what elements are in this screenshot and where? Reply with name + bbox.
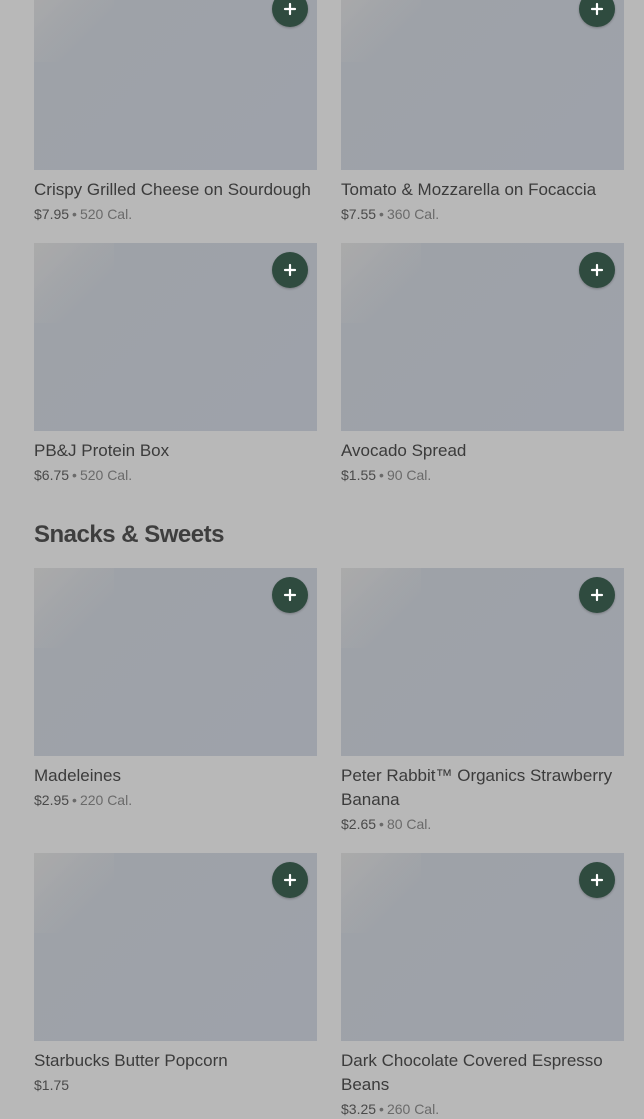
item-price-calories: $1.75 — [34, 1075, 317, 1095]
item-calories: 520 Cal. — [79, 467, 133, 483]
add-to-order-button[interactable] — [579, 862, 615, 898]
menu-item-card[interactable]: Madeleines $2.95 • 220 Cal. — [34, 568, 317, 810]
separator-dot: • — [72, 467, 77, 483]
item-price: $6.75 — [34, 467, 70, 483]
plus-icon — [590, 873, 604, 887]
plus-icon — [590, 2, 604, 16]
separator-dot: • — [379, 206, 384, 222]
item-price: $3.25 — [341, 1101, 377, 1117]
separator-dot: • — [379, 1101, 384, 1117]
product-image-placeholder[interactable] — [341, 243, 624, 431]
item-price: $1.75 — [34, 1077, 70, 1093]
item-price-calories: $7.55 • 360 Cal. — [341, 204, 624, 224]
add-to-order-button[interactable] — [272, 862, 308, 898]
item-price: $7.55 — [341, 206, 377, 222]
separator-dot: • — [379, 816, 384, 832]
plus-icon — [590, 588, 604, 602]
item-price-calories: $2.65 • 80 Cal. — [341, 814, 624, 834]
plus-icon — [283, 263, 297, 277]
product-image-placeholder[interactable] — [341, 853, 624, 1041]
separator-dot: • — [72, 792, 77, 808]
item-name[interactable]: Tomato & Mozzarella on Focaccia — [341, 178, 624, 202]
add-to-order-button[interactable] — [272, 252, 308, 288]
add-to-order-button[interactable] — [272, 0, 308, 27]
product-image-placeholder[interactable] — [341, 0, 624, 170]
product-image-placeholder[interactable] — [34, 568, 317, 756]
menu-item-card[interactable]: Avocado Spread $1.55 • 90 Cal. — [341, 243, 624, 485]
menu-item-card[interactable]: Tomato & Mozzarella on Focaccia $7.55 • 36… — [341, 0, 624, 224]
item-price: $1.55 — [341, 467, 377, 483]
separator-dot: • — [72, 206, 77, 222]
plus-icon — [283, 873, 297, 887]
add-to-order-button[interactable] — [579, 0, 615, 27]
item-price-calories: $6.75 • 520 Cal. — [34, 465, 317, 485]
plus-icon — [590, 263, 604, 277]
plus-icon — [283, 588, 297, 602]
item-calories: 90 Cal. — [386, 467, 432, 483]
menu-item-card[interactable]: Dark Chocolate Covered Espresso Beans $3… — [341, 853, 624, 1119]
item-price-calories: $2.95 • 220 Cal. — [34, 790, 317, 810]
item-price-calories: $3.25 • 260 Cal. — [341, 1099, 624, 1119]
item-price-calories: $1.55 • 90 Cal. — [341, 465, 624, 485]
menu-item-card[interactable]: Starbucks Butter Popcorn $1.75 — [34, 853, 317, 1095]
product-image-placeholder[interactable] — [34, 0, 317, 170]
plus-icon — [283, 2, 297, 16]
item-calories: 520 Cal. — [79, 206, 133, 222]
item-name[interactable]: PB&J Protein Box — [34, 439, 317, 463]
product-image-placeholder[interactable] — [34, 853, 317, 1041]
item-calories: 260 Cal. — [386, 1101, 440, 1117]
add-to-order-button[interactable] — [272, 577, 308, 613]
product-image-placeholder[interactable] — [34, 243, 317, 431]
item-name[interactable]: Peter Rabbit™ Organics Strawberry Banana — [341, 764, 624, 812]
item-name[interactable]: Dark Chocolate Covered Espresso Beans — [341, 1049, 624, 1097]
menu-page: Crispy Grilled Cheese on Sourdough $7.95… — [0, 0, 644, 1117]
item-name[interactable]: Avocado Spread — [341, 439, 624, 463]
item-price-calories: $7.95 • 520 Cal. — [34, 204, 317, 224]
item-name[interactable]: Starbucks Butter Popcorn — [34, 1049, 317, 1073]
item-calories: 360 Cal. — [386, 206, 440, 222]
item-price: $7.95 — [34, 206, 70, 222]
menu-item-card[interactable]: Peter Rabbit™ Organics Strawberry Banana… — [341, 568, 624, 834]
add-to-order-button[interactable] — [579, 577, 615, 613]
add-to-order-button[interactable] — [579, 252, 615, 288]
menu-item-card[interactable]: Crispy Grilled Cheese on Sourdough $7.95… — [34, 0, 317, 224]
item-calories: 80 Cal. — [386, 816, 432, 832]
item-name[interactable]: Madeleines — [34, 764, 317, 788]
item-name[interactable]: Crispy Grilled Cheese on Sourdough — [34, 178, 317, 202]
separator-dot: • — [379, 467, 384, 483]
item-price: $2.65 — [341, 816, 377, 832]
item-calories: 220 Cal. — [79, 792, 133, 808]
section-heading: Snacks & Sweets — [34, 521, 224, 548]
menu-item-card[interactable]: PB&J Protein Box $6.75 • 520 Cal. — [34, 243, 317, 485]
product-image-placeholder[interactable] — [341, 568, 624, 756]
item-price: $2.95 — [34, 792, 70, 808]
